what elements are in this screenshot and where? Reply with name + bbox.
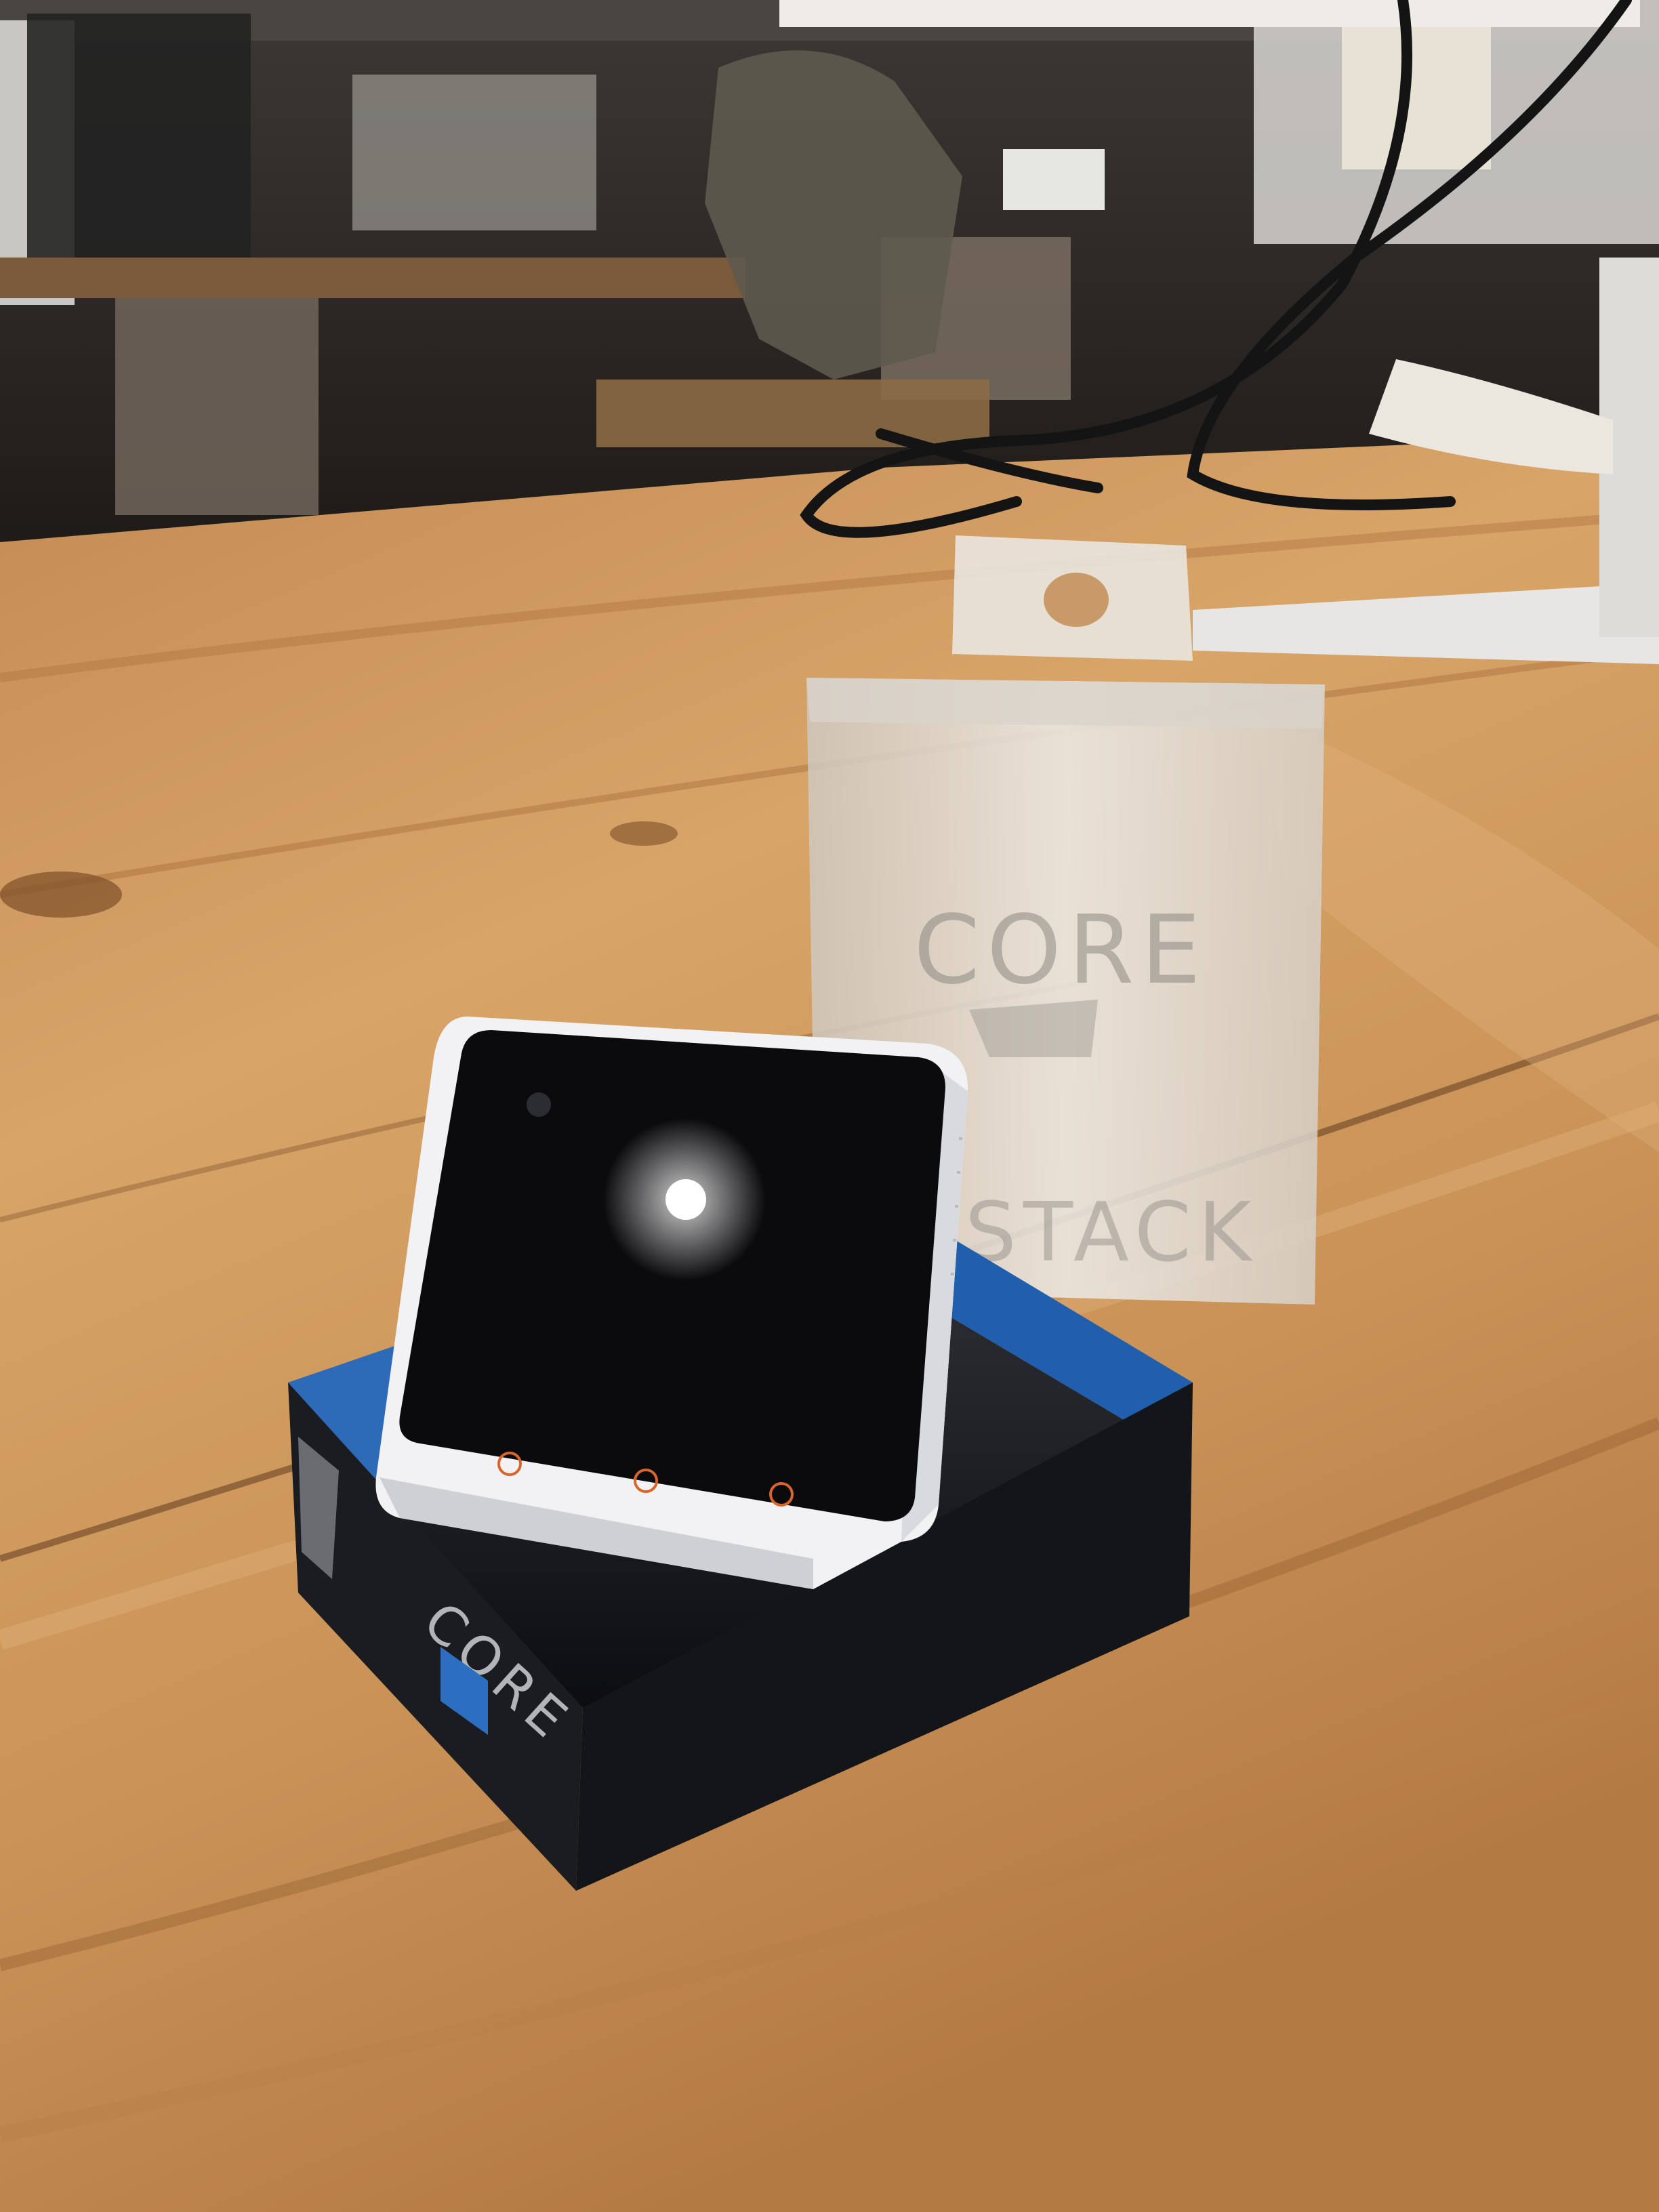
sleeve-print-core: CORE [914,895,1208,1006]
sleeve-print-stack: STACK [965,1186,1258,1280]
core2-device [375,1017,968,1589]
photo-scene: CORE STACK CORE [0,0,1659,2212]
